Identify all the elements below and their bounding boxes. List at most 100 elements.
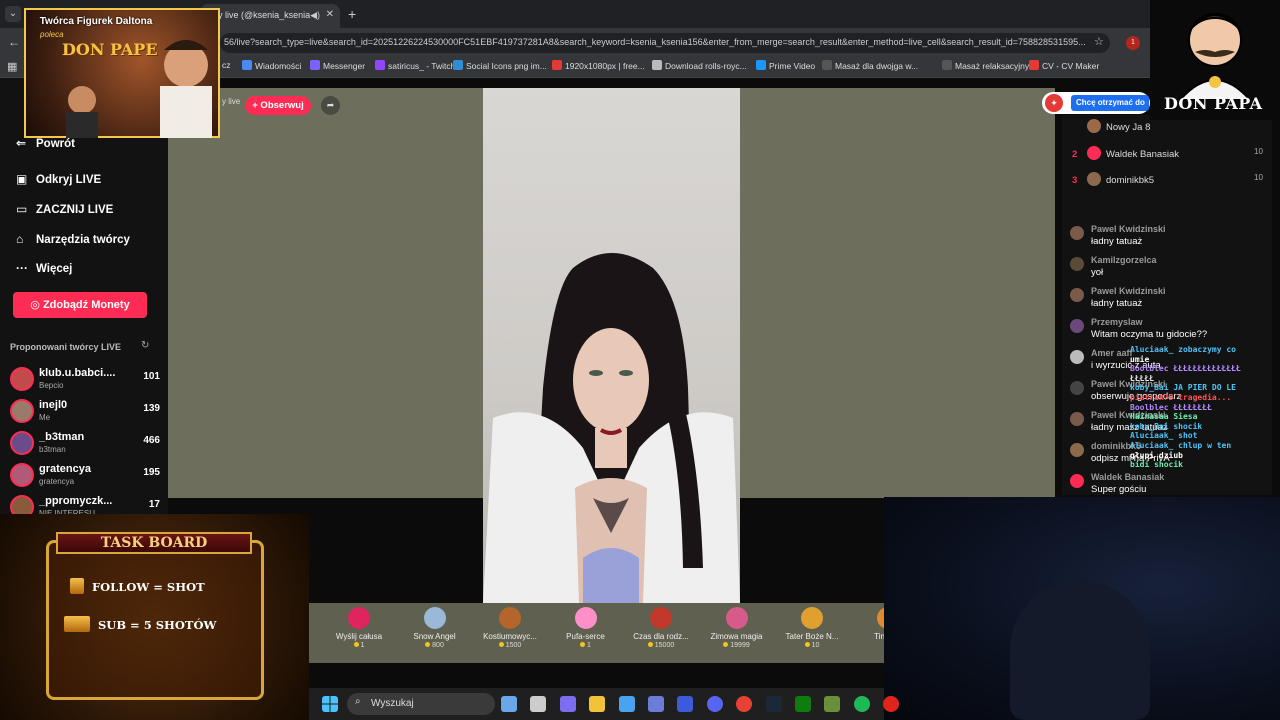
gift-item[interactable]: Tater Boże N... 10 xyxy=(777,607,847,649)
creator-name: _b3tman xyxy=(39,431,85,443)
gift-name: Czas dla rodz... xyxy=(633,632,689,641)
bookmark-item[interactable]: satiricus_ - Twitch xyxy=(375,60,455,71)
spotify-icon[interactable] xyxy=(853,696,870,712)
live-video[interactable] xyxy=(483,88,740,603)
bookmark-item[interactable]: Social Icons png im... xyxy=(453,60,547,71)
task-view-icon[interactable] xyxy=(530,696,547,712)
bookmark-item[interactable]: Prime Video xyxy=(756,60,815,71)
gift-item[interactable]: Snow Angel 800 xyxy=(400,607,470,649)
follow-button[interactable]: + Obserwuj xyxy=(245,96,311,115)
overlay-chat-line: ŁŁŁŁŁ xyxy=(1130,373,1155,383)
nav-start-live[interactable]: ▭ ZACZNIJ LIVE xyxy=(16,202,113,216)
chat-avatar xyxy=(1070,474,1084,488)
apps-grid-icon[interactable]: ▦ xyxy=(7,60,17,73)
nav-more[interactable]: ··· Więcej xyxy=(16,261,72,275)
creator-row[interactable]: gratencya gratencya 195 xyxy=(10,461,160,491)
chat-text: Witam oczyma tu gidocie?? xyxy=(1091,329,1208,340)
bookmark-partial[interactable]: cz xyxy=(222,60,231,70)
taskbar-search[interactable]: ⌕ Wyszukaj xyxy=(347,693,495,715)
gift-item[interactable]: Kostiumowyc... 1500 xyxy=(475,607,545,649)
rank-avatar xyxy=(1087,119,1101,133)
live-icon: ▣ xyxy=(16,172,28,186)
bookmark-icon xyxy=(942,60,952,70)
gift-price: 19999 xyxy=(702,642,772,649)
chrome-icon[interactable] xyxy=(736,696,753,712)
close-tab-icon[interactable]: ✕ xyxy=(326,9,334,20)
gift-name: Snow Angel xyxy=(413,632,456,641)
home-icon: ⌂ xyxy=(16,232,24,246)
cloud-widget-icon[interactable] xyxy=(501,696,517,712)
rank-number: 3 xyxy=(1072,175,1078,186)
bookmark-item[interactable]: Wiadomości xyxy=(242,60,301,71)
discord-icon[interactable] xyxy=(706,696,723,712)
promo-button[interactable]: Chcę otrzymać do xyxy=(1071,95,1149,111)
bookmark-item[interactable]: CV - CV Maker xyxy=(1029,60,1099,71)
chat-username[interactable]: Waldek Banasiak xyxy=(1091,472,1164,482)
settings-icon[interactable] xyxy=(648,696,664,712)
bookmark-icon xyxy=(552,60,562,70)
bookmark-item[interactable]: Masaż dla dwojga w... xyxy=(822,60,918,71)
gift-item[interactable]: Zimowa magia 19999 xyxy=(702,607,772,649)
creator-row[interactable]: klub.u.babci.... Bepcio 101 xyxy=(10,365,160,395)
file-explorer-icon[interactable] xyxy=(589,696,606,712)
creator-name: klub.u.babci.... xyxy=(39,367,116,379)
overlay-chat-line: Boolblec ŁŁŁŁŁŁŁŁ xyxy=(1130,402,1212,412)
store-icon[interactable] xyxy=(618,696,635,712)
l-app-icon[interactable] xyxy=(677,696,694,712)
share-icon[interactable]: ➦ xyxy=(321,96,340,115)
bookmark-item[interactable]: Messenger xyxy=(310,60,365,71)
gift-icon: ✦ xyxy=(1045,94,1063,112)
nav-discover-live[interactable]: ▣ Odkryj LIVE xyxy=(16,172,101,186)
chat-text: Super gościu xyxy=(1091,484,1147,495)
extension-badge[interactable]: 1 xyxy=(1126,36,1140,50)
chat-avatar xyxy=(1070,443,1084,457)
bookmark-item[interactable]: Download rolls-royc... xyxy=(652,60,747,71)
gift-price: 1 xyxy=(551,642,621,649)
chat-username[interactable]: Przemyslaw xyxy=(1091,317,1143,327)
creator-subtitle: b3tman xyxy=(39,445,66,454)
chat-username[interactable]: Pawel Kwidzinski xyxy=(1091,224,1166,234)
rank-avatar xyxy=(1087,145,1101,160)
bookmark-label: Download rolls-royc... xyxy=(665,61,747,71)
rank-name: dominikbk5 xyxy=(1106,175,1155,186)
gift-item[interactable]: Czas dla rodz... 15000 xyxy=(626,607,696,649)
steam-icon[interactable] xyxy=(765,696,782,712)
creator-row[interactable]: inejl0 Me 139 xyxy=(10,397,160,427)
nav-creator-tools[interactable]: ⌂ Narzędzia twórcy xyxy=(16,232,130,246)
bookmark-item[interactable]: Masaż relaksacyjny... xyxy=(942,60,1036,71)
suggested-creators-title: Proponowani twórcy LIVE xyxy=(10,342,122,352)
get-coins-button[interactable]: ◎ Zdobądź Monety xyxy=(13,292,147,318)
speaker-icon[interactable]: ◀) xyxy=(310,10,320,21)
ranking-row[interactable]: 2 Waldek Banasiak xyxy=(1072,145,1179,160)
xbox-icon[interactable] xyxy=(795,696,811,712)
minecraft-icon[interactable] xyxy=(824,696,841,712)
overlay-chat-line: koby_Bai shocik xyxy=(1130,421,1203,431)
refresh-icon[interactable]: ↻ xyxy=(141,340,149,351)
gift-item[interactable]: Wyślij całusa 1 xyxy=(324,607,394,649)
shot-glass-icon xyxy=(70,578,84,594)
windows-start-icon[interactable] xyxy=(322,696,338,712)
creator-row[interactable]: _b3tman b3tman 466 xyxy=(10,429,160,459)
gift-item[interactable]: Pufa-serce 1 xyxy=(551,607,621,649)
bookmark-icon xyxy=(1029,60,1039,70)
chat-avatar xyxy=(1070,412,1084,426)
chat-username[interactable]: Amer aaff xyxy=(1091,348,1133,358)
bookmark-label: Wiadomości xyxy=(255,61,302,71)
creator-avatar xyxy=(10,367,34,391)
chat-username[interactable]: Kamilzgorzelca xyxy=(1091,255,1157,265)
bookmark-item[interactable]: 1920x1080px | free... xyxy=(552,60,645,71)
bookmark-icon xyxy=(756,60,766,70)
bookmark-icon xyxy=(242,60,252,70)
chat-username[interactable]: Pawel Kwidzinski xyxy=(1091,286,1166,296)
new-tab-button[interactable]: + xyxy=(348,6,356,22)
copilot-icon[interactable] xyxy=(559,696,576,712)
url-field[interactable]: 56/live?search_type=live&search_id=20251… xyxy=(220,33,1110,53)
gift-icon xyxy=(423,607,446,629)
back-arrow-icon[interactable]: ← xyxy=(8,35,20,49)
ranking-row[interactable]: Nowy Ja 8 xyxy=(1072,119,1150,133)
task-line-sub: SUB = 5 SHOTÓW xyxy=(64,616,216,632)
tab-search-button[interactable]: ⌄ xyxy=(5,6,21,22)
bookmark-star-icon[interactable]: ☆ xyxy=(1094,35,1104,48)
creator-avatar xyxy=(10,399,34,423)
ranking-row[interactable]: 3 dominikbk5 xyxy=(1072,172,1154,186)
